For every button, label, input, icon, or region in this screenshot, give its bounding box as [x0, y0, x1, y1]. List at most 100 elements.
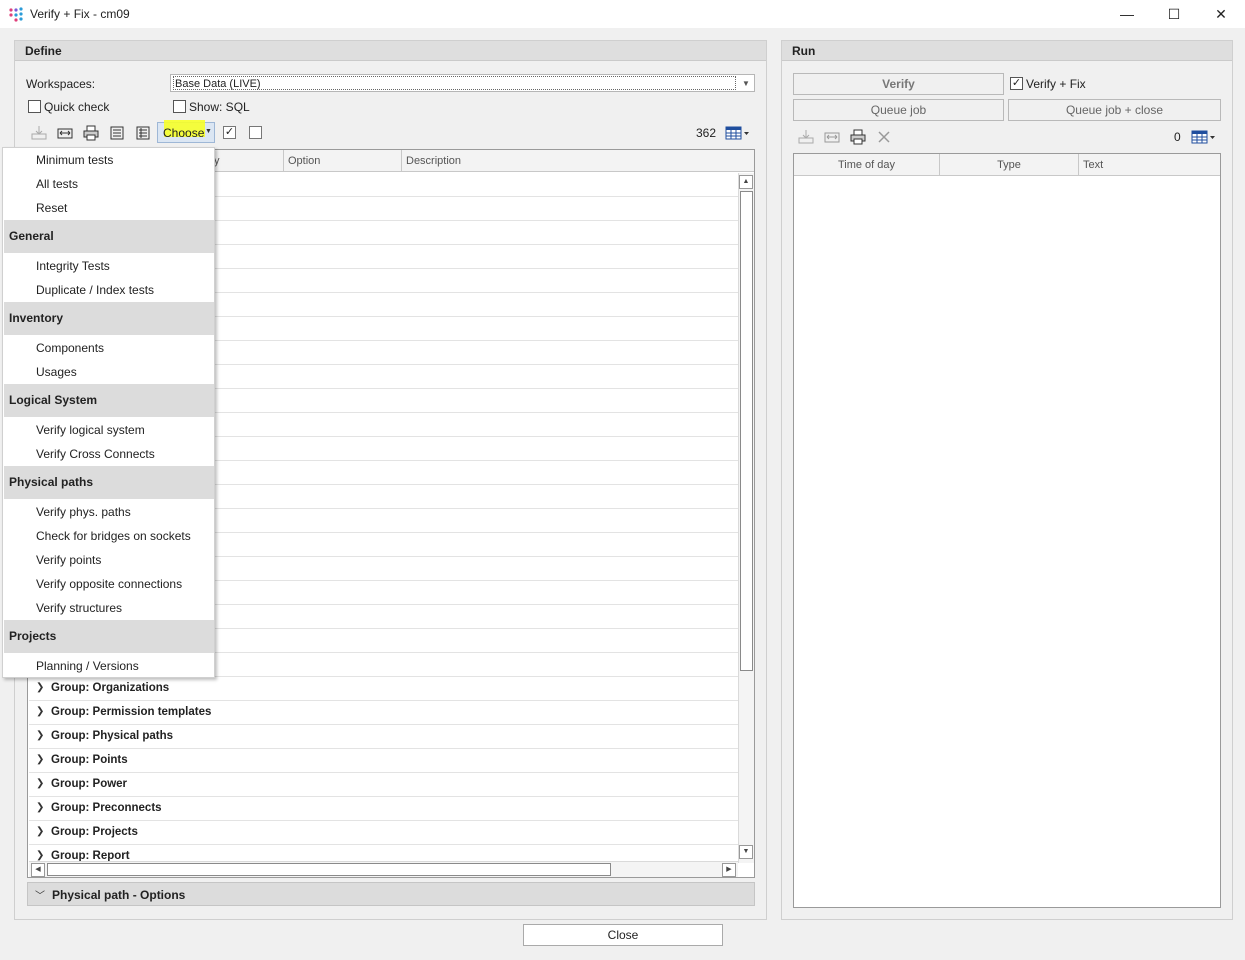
physical-path-options-section[interactable]: ﹀ Physical path - Options [27, 882, 755, 906]
column-width-icon[interactable] [823, 128, 841, 146]
horizontal-scrollbar-thumb[interactable] [47, 863, 611, 876]
menu-item-verify-cross-connects[interactable]: Verify Cross Connects [36, 447, 155, 461]
group-row-projects[interactable]: ❯ Group: Projects [29, 821, 738, 845]
menu-item-components[interactable]: Components [36, 341, 104, 355]
close-window-button[interactable]: ✕ [1198, 0, 1244, 28]
scroll-up-icon[interactable]: ▲ [739, 175, 753, 189]
menu-item-verify-structures[interactable]: Verify structures [36, 601, 122, 615]
chevron-right-icon[interactable]: ❯ [36, 706, 44, 717]
chevron-down-icon[interactable]: ▼ [740, 78, 752, 90]
chevron-right-icon[interactable]: ❯ [36, 826, 44, 837]
import-icon[interactable] [797, 128, 815, 146]
column-header-option[interactable]: Option [284, 150, 402, 172]
group-row-preconnects[interactable]: ❯ Group: Preconnects [29, 797, 738, 821]
verify-button[interactable]: Verify [793, 73, 1004, 95]
app-icon [9, 7, 23, 22]
run-count: 0 [1174, 130, 1181, 144]
choose-label: Choose [163, 126, 205, 140]
show-sql-label: Show: SQL [189, 100, 250, 114]
list-view-icon[interactable] [108, 124, 126, 142]
menu-section-general: General [4, 220, 214, 253]
verify-fix-checkbox[interactable]: ✓ [1010, 77, 1023, 90]
group-row-physical-paths[interactable]: ❯ Group: Physical paths [29, 725, 738, 749]
menu-item-integrity-tests[interactable]: Integrity Tests [36, 259, 110, 273]
grid-layout-icon[interactable] [724, 124, 750, 142]
group-row-organizations[interactable]: ❯ Group: Organizations [29, 677, 738, 701]
chevron-right-icon[interactable]: ❯ [36, 754, 44, 765]
group-label: Group: Points [51, 754, 128, 766]
title-bar: Verify + Fix - cm09 — ☐ ✕ [0, 0, 1245, 28]
menu-section-inventory: Inventory [4, 302, 214, 335]
define-count: 362 [696, 126, 717, 140]
run-log-grid: Time of day Type Text [793, 153, 1221, 908]
quick-check-label: Quick check [44, 100, 110, 114]
define-header: Define [15, 41, 766, 61]
minimize-button[interactable]: — [1104, 0, 1150, 28]
workspaces-combo[interactable]: Base Data (LIVE) ▼ [170, 74, 755, 92]
menu-item-all-tests[interactable]: All tests [36, 177, 78, 191]
group-label: Group: Projects [51, 826, 138, 838]
scroll-right-icon[interactable]: ▶ [722, 863, 736, 877]
column-header-type[interactable]: Type [940, 154, 1079, 176]
select-none-checkbox-icon[interactable] [249, 126, 262, 139]
chevron-right-icon[interactable]: ❯ [36, 730, 44, 741]
chevron-down-icon: ▼ [205, 128, 212, 135]
menu-item-verify-phys-paths[interactable]: Verify phys. paths [36, 505, 131, 519]
select-all-checkbox-icon[interactable]: ✓ [223, 126, 236, 139]
vertical-scrollbar[interactable]: ▲ ▼ [738, 173, 754, 863]
workspaces-label: Workspaces: [26, 77, 96, 91]
chevron-right-icon[interactable]: ❯ [36, 850, 44, 861]
grid-layout-icon[interactable] [1190, 128, 1216, 146]
chevron-right-icon[interactable]: ❯ [36, 682, 44, 693]
print-icon[interactable] [849, 128, 867, 146]
group-label: Group: Permission templates [51, 706, 212, 718]
window-title: Verify + Fix - cm09 [30, 7, 130, 21]
group-row-points[interactable]: ❯ Group: Points [29, 749, 738, 773]
scroll-down-icon[interactable]: ▼ [739, 845, 753, 859]
show-sql-checkbox[interactable] [173, 100, 186, 113]
queue-job-close-button[interactable]: Queue job + close [1008, 99, 1221, 121]
clear-icon[interactable] [875, 128, 893, 146]
horizontal-scrollbar[interactable]: ◀ ▶ [29, 861, 738, 877]
import-icon[interactable] [30, 124, 48, 142]
menu-item-planning-versions[interactable]: Planning / Versions [36, 659, 139, 673]
choose-dropdown-button[interactable]: Choose ▼ [157, 120, 215, 143]
run-header: Run [782, 41, 1232, 61]
verify-fix-label: Verify + Fix [1026, 77, 1086, 91]
print-icon[interactable] [82, 124, 100, 142]
details-view-icon[interactable] [134, 124, 152, 142]
menu-item-reset[interactable]: Reset [36, 201, 67, 215]
group-row-report[interactable]: ❯ Group: Report [29, 845, 738, 862]
scroll-left-icon[interactable]: ◀ [31, 863, 45, 877]
menu-item-check-bridges-on-sockets[interactable]: Check for bridges on sockets [36, 529, 191, 543]
group-label: Group: Physical paths [51, 730, 174, 742]
chevron-right-icon[interactable]: ❯ [36, 802, 44, 813]
workspaces-value: Base Data (LIVE) [173, 76, 736, 90]
choose-menu: Minimum tests All tests Reset General In… [2, 147, 215, 678]
maximize-button[interactable]: ☐ [1151, 0, 1197, 28]
column-header-text[interactable]: Text [1079, 154, 1220, 176]
close-button[interactable]: Close [523, 924, 723, 946]
menu-item-duplicate-index-tests[interactable]: Duplicate / Index tests [36, 283, 154, 297]
group-label: Group: Power [51, 778, 128, 790]
menu-item-minimum-tests[interactable]: Minimum tests [36, 153, 113, 167]
menu-item-verify-points[interactable]: Verify points [36, 553, 101, 567]
column-width-icon[interactable] [56, 124, 74, 142]
options-section-label: Physical path - Options [52, 888, 186, 902]
quick-check-checkbox[interactable] [28, 100, 41, 113]
chevron-down-icon[interactable]: ﹀ [35, 887, 45, 902]
column-header-time-of-day[interactable]: Time of day [794, 154, 940, 176]
group-row-permission-templates[interactable]: ❯ Group: Permission templates [29, 701, 738, 725]
column-header-description[interactable]: Description [402, 150, 754, 172]
menu-item-usages[interactable]: Usages [36, 365, 77, 379]
menu-item-verify-opposite-connections[interactable]: Verify opposite connections [36, 577, 182, 591]
group-label: Group: Organizations [51, 682, 170, 694]
menu-section-logical-system: Logical System [4, 384, 214, 417]
chevron-right-icon[interactable]: ❯ [36, 778, 44, 789]
menu-section-physical-paths: Physical paths [4, 466, 214, 499]
menu-item-verify-logical-system[interactable]: Verify logical system [36, 423, 145, 437]
queue-job-button[interactable]: Queue job [793, 99, 1004, 121]
group-row-power[interactable]: ❯ Group: Power [29, 773, 738, 797]
scrollbar-thumb[interactable] [740, 191, 753, 671]
menu-section-projects: Projects [4, 620, 214, 653]
